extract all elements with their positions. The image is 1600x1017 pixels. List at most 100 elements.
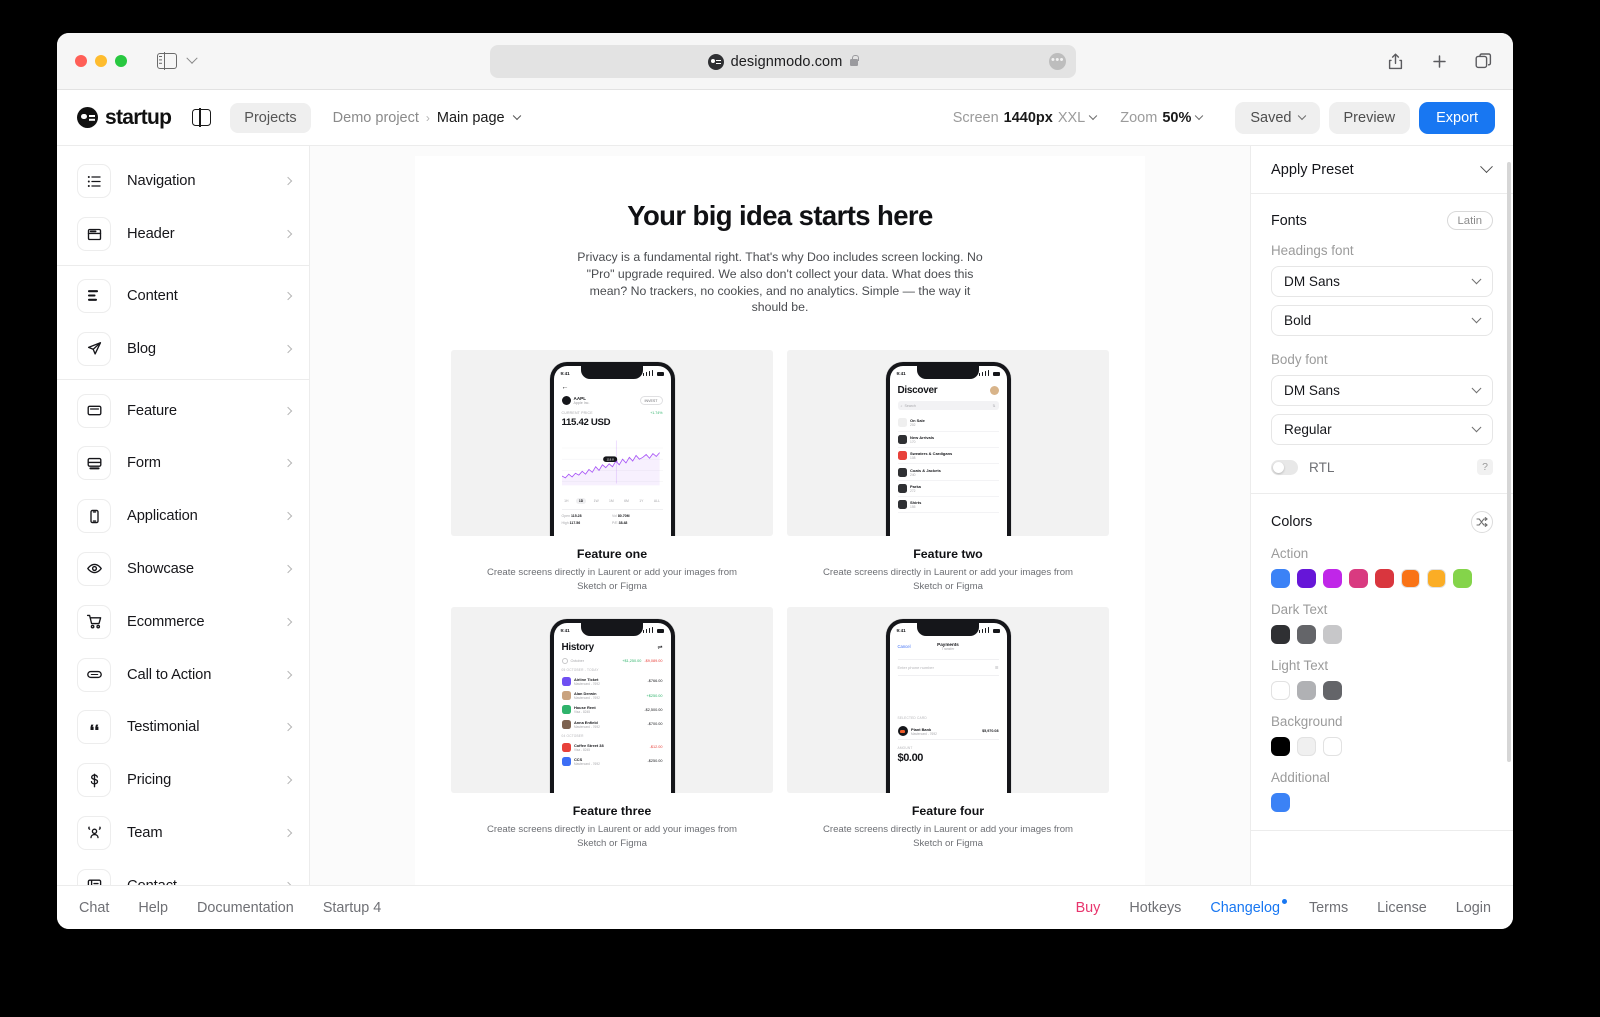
color-swatch[interactable] — [1323, 681, 1342, 700]
footer-link-changelog[interactable]: Changelog — [1210, 898, 1287, 916]
color-swatch[interactable] — [1453, 569, 1472, 588]
chevron-right-icon[interactable] — [283, 564, 293, 574]
footer-link-chat[interactable]: Chat — [79, 900, 109, 916]
sidebar-item-form[interactable]: Form — [57, 437, 309, 490]
feature-cell[interactable]: 9:41 Discover ⌕ Search ⇅ On Sale 202 New… — [787, 350, 1109, 593]
selected-card-row[interactable]: Plant Bank Mastercard - 7692 $5,970.08 — [897, 723, 999, 741]
export-button[interactable]: Export — [1419, 102, 1495, 134]
chevron-right-icon[interactable] — [283, 828, 293, 838]
sidebar-item-testimonial[interactable]: Testimonial — [57, 701, 309, 754]
chevron-right-icon[interactable] — [283, 344, 293, 354]
transaction-row[interactable]: Coffee Street 38 Visa - 8245 -$12.00 — [561, 740, 663, 754]
footer-link-startup-4[interactable]: Startup 4 — [323, 900, 381, 916]
color-swatch[interactable] — [1375, 569, 1394, 588]
chevron-down-icon[interactable] — [1195, 111, 1204, 121]
sidebar-item-contact[interactable]: Contact — [57, 859, 309, 885]
category-row[interactable]: Coats & Jackets 240 — [897, 464, 999, 481]
preview-button[interactable]: Preview — [1328, 102, 1411, 134]
share-icon[interactable] — [1386, 52, 1405, 71]
category-row[interactable]: Sweaters & Cardigans 108 — [897, 448, 999, 465]
design-canvas[interactable]: Your big idea starts here Privacy is a f… — [310, 146, 1250, 885]
invest-button[interactable]: INVEST — [639, 396, 663, 406]
category-row[interactable]: Parka 272 — [897, 481, 999, 498]
body-font-select[interactable]: DM Sans — [1271, 375, 1493, 406]
sidebar-item-application[interactable]: Application — [57, 490, 309, 543]
saved-button[interactable]: Saved — [1235, 102, 1320, 134]
footer-link-hotkeys[interactable]: Hotkeys — [1129, 900, 1181, 916]
range-tab[interactable]: ALL — [651, 498, 662, 504]
range-tab[interactable]: 1Y — [637, 498, 646, 504]
address-bar[interactable]: designmodo.com ••• — [490, 45, 1076, 78]
body-weight-select[interactable]: Regular — [1271, 414, 1493, 445]
sidebar-item-showcase[interactable]: Showcase — [57, 543, 309, 596]
color-swatch[interactable] — [1349, 569, 1368, 588]
range-tab[interactable]: 1H — [562, 498, 572, 504]
rtl-toggle[interactable] — [1271, 459, 1298, 475]
breadcrumb-page[interactable]: Main page — [437, 110, 505, 126]
chevron-right-icon[interactable] — [283, 670, 293, 679]
color-swatch[interactable] — [1271, 681, 1290, 700]
footer-link-buy[interactable]: Buy — [1076, 900, 1101, 916]
footer-link-help[interactable]: Help — [138, 900, 168, 916]
tab-overview-icon[interactable] — [1474, 52, 1493, 71]
color-swatch[interactable] — [1427, 569, 1446, 588]
apply-preset-row[interactable]: Apply Preset — [1251, 146, 1513, 194]
color-swatch[interactable] — [1323, 737, 1342, 756]
headings-font-select[interactable]: DM Sans — [1271, 266, 1493, 297]
range-tab[interactable]: 1D — [576, 498, 586, 505]
help-icon[interactable]: ? — [1477, 459, 1493, 475]
sidebar-item-content[interactable]: Content — [57, 270, 309, 323]
back-icon[interactable]: ← — [562, 384, 663, 391]
chevron-right-icon[interactable] — [283, 617, 293, 627]
transaction-row[interactable]: House Rent Visa - 8245 -$2,500.00 — [561, 703, 663, 717]
sidebar-item-feature[interactable]: Feature — [57, 384, 309, 437]
range-tab[interactable]: 1M — [606, 498, 616, 504]
transaction-row[interactable]: Airline Ticket Mastercard - 7692 -$766.0… — [561, 674, 663, 688]
transaction-row[interactable]: Alan Derwin Mastercard - 7692 +$250.00 — [561, 689, 663, 703]
footer-link-terms[interactable]: Terms — [1309, 900, 1348, 916]
color-swatch[interactable] — [1297, 681, 1316, 700]
sidebar-item-team[interactable]: Team — [57, 807, 309, 860]
feature-cell[interactable]: 9:41 ← AAPL Apple Inc. INVEST CURRENT PR… — [451, 350, 773, 593]
range-tab[interactable]: 6M — [622, 498, 632, 504]
feature-cell[interactable]: 9:41 Cancel Payments Transfer Enter phon… — [787, 607, 1109, 850]
color-swatch[interactable] — [1271, 793, 1290, 812]
color-swatch[interactable] — [1323, 569, 1342, 588]
range-tabs[interactable]: 1H 1D 1W 1M 6M 1Y ALL — [562, 498, 663, 505]
panel-toggle-icon[interactable] — [192, 108, 212, 127]
sidebar-item-pricing[interactable]: Pricing — [57, 754, 309, 807]
headings-weight-select[interactable]: Bold — [1271, 305, 1493, 336]
contacts-icon[interactable]: ☰ — [995, 665, 999, 670]
sidebar-item-navigation[interactable]: Navigation — [57, 155, 309, 208]
zoom-control[interactable]: Zoom 50% — [1120, 110, 1204, 126]
chevron-down-icon[interactable] — [1297, 111, 1306, 121]
transaction-row[interactable]: CCS Mastercard - 7692 -$250.00 — [561, 754, 663, 768]
sidebar-item-call-to-action[interactable]: Call to Action — [57, 648, 309, 701]
category-row[interactable]: On Sale 202 — [897, 415, 999, 432]
minimize-window-button[interactable] — [95, 55, 107, 67]
chevron-down-icon[interactable] — [186, 52, 198, 64]
chevron-right-icon[interactable] — [283, 723, 293, 732]
color-swatch[interactable] — [1297, 569, 1316, 588]
footer-link-login[interactable]: Login — [1456, 900, 1491, 916]
filter-icon[interactable]: ⇌ — [657, 644, 662, 651]
maximize-window-button[interactable] — [115, 55, 127, 67]
filter-icon[interactable]: ⇅ — [992, 404, 995, 408]
panel-scrollbar[interactable] — [1507, 162, 1511, 762]
more-icon[interactable]: ••• — [1049, 53, 1066, 70]
chevron-right-icon[interactable] — [283, 406, 293, 415]
chevron-right-icon[interactable] — [283, 775, 293, 785]
category-row[interactable]: New Arrivals 170 — [897, 432, 999, 448]
cancel-button[interactable]: Cancel — [898, 644, 928, 649]
transaction-row[interactable]: Anna Enfield Mastercard - 7692 -$700.00 — [561, 717, 663, 731]
chevron-down-icon[interactable] — [512, 111, 521, 120]
avatar[interactable] — [989, 386, 999, 396]
new-tab-icon[interactable] — [1430, 52, 1449, 71]
chevron-right-icon[interactable] — [283, 459, 293, 468]
color-swatch[interactable] — [1271, 737, 1290, 756]
chevron-right-icon[interactable] — [283, 511, 293, 521]
range-tab[interactable]: 1W — [591, 498, 601, 504]
chevron-right-icon[interactable] — [283, 291, 293, 301]
footer-link-license[interactable]: License — [1377, 900, 1427, 916]
chevron-right-icon[interactable] — [283, 177, 293, 186]
